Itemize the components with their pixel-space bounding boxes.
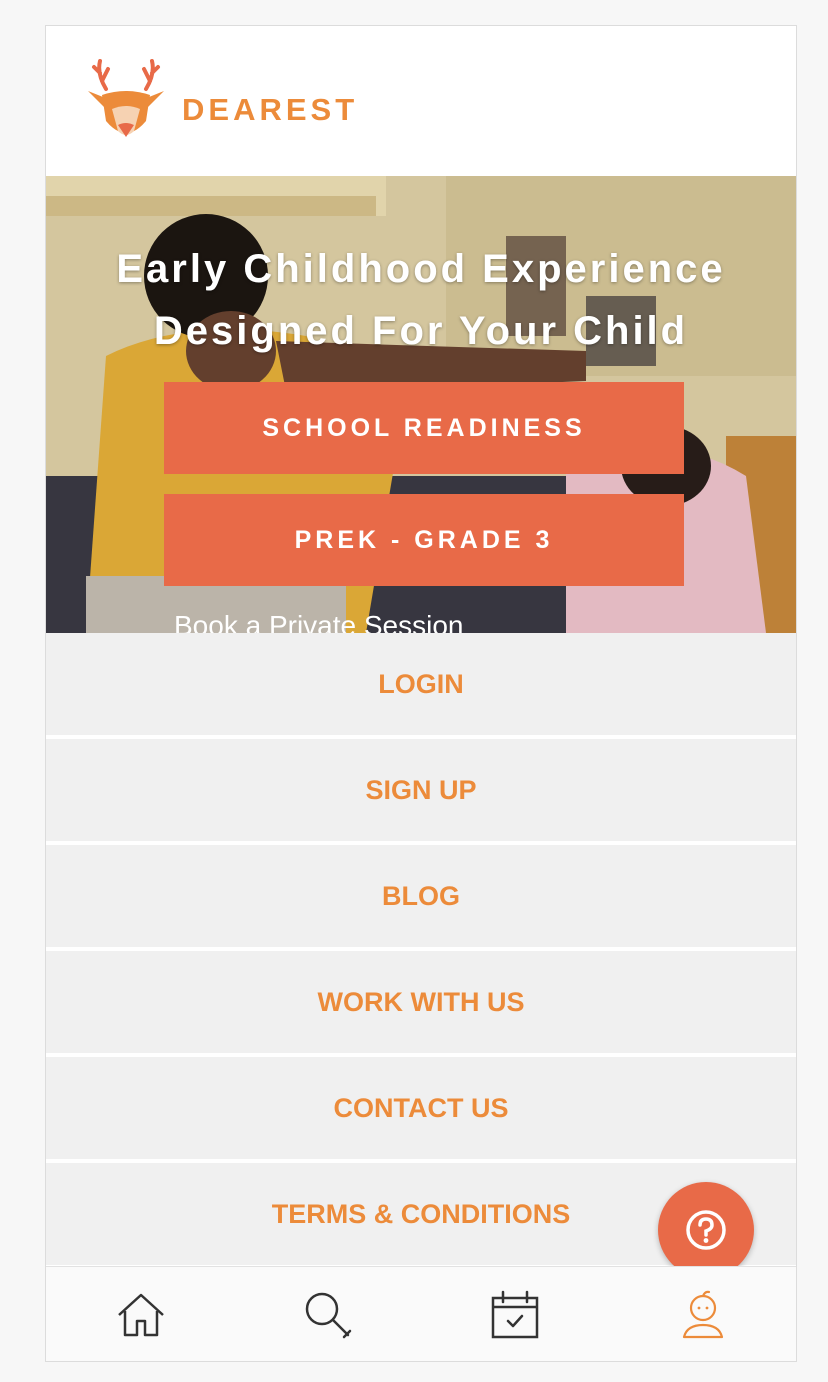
menu-item-login[interactable]: LOGIN (46, 633, 796, 735)
calendar-icon (491, 1290, 539, 1339)
menu-item-blog[interactable]: BLOG (46, 845, 796, 947)
menu-item-contact-us[interactable]: CONTACT US (46, 1057, 796, 1159)
question-icon (686, 1210, 726, 1250)
book-private-session-link[interactable]: Book a Private Session (174, 610, 464, 633)
hero-banner: Early Childhood Experience Designed For … (46, 176, 796, 633)
hero-title-line1: Early Childhood Experience (116, 247, 726, 291)
child-profile-icon (682, 1290, 724, 1339)
brand-name: DEAREST (182, 92, 359, 127)
app-frame: DEAREST Early Childhood Experience Desig… (45, 25, 797, 1362)
school-readiness-button[interactable]: SCHOOL READINESS (164, 382, 684, 474)
tab-calendar[interactable] (487, 1287, 543, 1343)
hero-title-line2: Designed For Your Child (153, 309, 689, 353)
menu-item-sign-up[interactable]: SIGN UP (46, 739, 796, 841)
bottom-tab-bar (46, 1266, 796, 1361)
tab-search[interactable] (300, 1287, 356, 1343)
tab-profile[interactable] (675, 1287, 731, 1343)
search-icon (305, 1292, 352, 1339)
home-icon (118, 1293, 164, 1337)
help-button[interactable] (658, 1182, 754, 1278)
header: DEAREST (46, 26, 796, 176)
deer-logo-icon (88, 59, 164, 137)
menu-item-work-with-us[interactable]: WORK WITH US (46, 951, 796, 1053)
menu-list: LOGIN SIGN UP BLOG WORK WITH US CONTACT … (46, 633, 796, 1269)
prek-grade3-button[interactable]: PREK - GRADE 3 (164, 494, 684, 586)
tab-home[interactable] (113, 1287, 169, 1343)
